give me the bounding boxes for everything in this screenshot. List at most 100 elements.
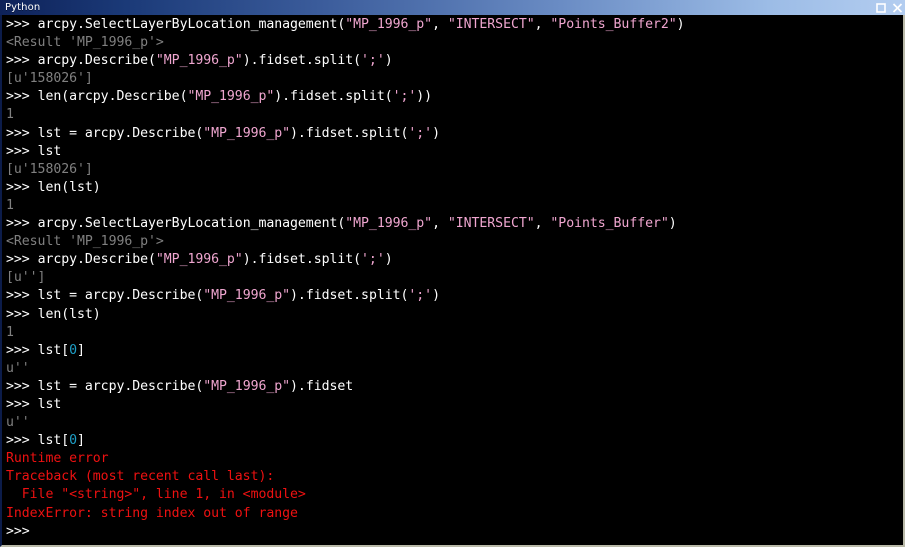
- console-token-code: lst: [37, 143, 62, 159]
- console-token-prompt: >>>: [6, 252, 38, 268]
- console-token-str: "MP_1996_p": [345, 17, 433, 32]
- console-token-code: ): [432, 288, 440, 304]
- console-token-prompt: >>>: [6, 288, 38, 304]
- console-line-input: >>> lst[0]: [3, 342, 903, 360]
- console-token-code: lst[: [37, 433, 70, 449]
- console-token-code: ).fidset.split(: [290, 125, 409, 141]
- console-line-output: <Result 'MP_1996_p'>: [3, 34, 903, 52]
- console-token-code: len(lst): [37, 179, 101, 195]
- console-token-code: ).fidset.split(: [274, 89, 393, 105]
- console-line-output: [u'']: [3, 269, 903, 287]
- console-token-code: ).fidset.split(: [242, 252, 362, 268]
- python-console-output[interactable]: >>> arcpy.SelectLayerByLocation_manageme…: [2, 15, 903, 545]
- console-token-prompt: >>>: [6, 89, 38, 105]
- console-token-prompt: >>>: [6, 306, 38, 322]
- console-token-out: 1: [6, 324, 14, 340]
- console-token-code: ]: [77, 342, 85, 358]
- console-token-code: ).fidset.split(: [290, 288, 409, 304]
- console-token-prompt: >>>: [6, 523, 38, 539]
- console-token-str: ';': [361, 252, 385, 268]
- python-window: Python >>> arcpy.SelectLayerByLocation_m…: [0, 0, 905, 547]
- console-line-error: Runtime error: [3, 450, 903, 468]
- console-token-code: ,: [534, 17, 551, 32]
- console-token-code: arcpy.SelectLayerByLocation_management(: [37, 216, 346, 232]
- console-line-output: 1: [3, 106, 903, 124]
- console-token-code: ): [384, 53, 393, 69]
- console-token-code: ): [384, 252, 393, 268]
- console-line-input: >>> len(arcpy.Describe("MP_1996_p").fids…: [3, 88, 903, 106]
- console-token-prompt: >>>: [6, 125, 38, 141]
- console-line-input: >>> arcpy.Describe("MP_1996_p").fidset.s…: [3, 251, 903, 269]
- maximize-icon: [876, 2, 886, 13]
- console-line-input: >>> lst: [3, 396, 903, 414]
- console-token-out: u'': [6, 415, 30, 431]
- console-token-prompt: >>>: [6, 433, 38, 449]
- console-line-input: >>> arcpy.SelectLayerByLocation_manageme…: [3, 215, 903, 233]
- console-token-out: 1: [6, 107, 14, 123]
- console-token-out: <Result 'MP_1996_p'>: [6, 35, 164, 51]
- console-line-error: IndexError: string index out of range: [3, 505, 903, 523]
- console-token-code: ).fidset: [290, 378, 354, 394]
- console-token-out: <Result 'MP_1996_p'>: [6, 234, 164, 250]
- console-token-err: Runtime error: [6, 451, 109, 467]
- console-token-prompt: >>>: [6, 342, 38, 358]
- console-line-input: >>> arcpy.Describe("MP_1996_p").fidset.s…: [3, 52, 903, 70]
- console-token-prompt: >>>: [6, 396, 38, 412]
- console-token-out: [u'']: [6, 270, 46, 286]
- console-line-input: >>>: [3, 523, 903, 541]
- console-token-code: lst = arcpy.Describe(: [37, 125, 204, 141]
- console-line-input: >>> len(lst): [3, 306, 903, 324]
- console-token-code: )): [416, 89, 433, 105]
- window-titlebar[interactable]: Python: [0, 0, 905, 15]
- console-line-output: [u'158026']: [3, 161, 903, 179]
- console-line-error: File "<string>", line 1, in <module>: [3, 486, 903, 504]
- maximize-button[interactable]: [873, 0, 889, 15]
- console-token-code: arcpy.SelectLayerByLocation_management(: [37, 17, 346, 32]
- console-token-prompt: >>>: [6, 143, 38, 159]
- console-token-str: "Points_Buffer2": [550, 17, 677, 32]
- console-token-code: ,: [432, 17, 448, 32]
- console-token-prompt: >>>: [6, 378, 38, 394]
- console-token-out: u'': [6, 360, 30, 376]
- console-token-str: ';': [392, 89, 417, 105]
- console-token-str: "MP_1996_p": [203, 378, 291, 394]
- console-token-str: "MP_1996_p": [155, 53, 243, 69]
- console-token-prompt: >>>: [6, 53, 38, 69]
- console-token-num: 0: [69, 433, 78, 449]
- console-token-err: Traceback (most recent call last):: [6, 469, 275, 485]
- close-icon: [892, 2, 902, 13]
- console-token-out: [u'158026']: [6, 161, 93, 177]
- console-token-str: "MP_1996_p": [345, 216, 433, 232]
- close-button[interactable]: [889, 0, 905, 15]
- console-token-code: ,: [534, 216, 551, 232]
- console-token-code: arcpy.Describe(: [37, 252, 156, 268]
- console-token-str: ';': [408, 288, 433, 304]
- console-line-input: >>> lst = arcpy.Describe("MP_1996_p").fi…: [3, 125, 903, 143]
- console-token-code: len(arcpy.Describe(: [37, 89, 188, 105]
- console-token-err: IndexError: string index out of range: [6, 505, 298, 521]
- console-token-str: ';': [408, 125, 433, 141]
- console-line-input: >>> lst = arcpy.Describe("MP_1996_p").fi…: [3, 378, 903, 396]
- console-token-out: 1: [6, 197, 14, 213]
- console-token-str: "MP_1996_p": [155, 252, 243, 268]
- console-token-code: lst: [37, 396, 62, 412]
- console-line-input: >>> lst: [3, 143, 903, 161]
- console-token-str: "MP_1996_p": [203, 125, 291, 141]
- console-token-prompt: >>>: [6, 17, 38, 32]
- console-token-code: ,: [432, 216, 448, 232]
- console-token-code: lst[: [37, 342, 70, 358]
- console-line-output: <Result 'MP_1996_p'>: [3, 233, 903, 251]
- window-title: Python: [5, 2, 41, 13]
- console-line-output: 1: [3, 197, 903, 215]
- console-token-code: lst = arcpy.Describe(: [37, 288, 204, 304]
- console-line-input: >>> len(lst): [3, 179, 903, 197]
- console-line-input: >>> lst[0]: [3, 432, 903, 450]
- console-line-input: >>> arcpy.SelectLayerByLocation_manageme…: [3, 16, 903, 34]
- console-line-output: 1: [3, 324, 903, 342]
- console-token-code: arcpy.Describe(: [37, 53, 156, 69]
- console-token-err: File "<string>", line 1, in <module>: [6, 487, 306, 503]
- console-token-str: "INTERSECT": [447, 17, 535, 32]
- console-line-output: [u'158026']: [3, 70, 903, 88]
- console-token-str: "MP_1996_p": [203, 288, 291, 304]
- console-token-str: "Points_Buffer": [550, 216, 669, 232]
